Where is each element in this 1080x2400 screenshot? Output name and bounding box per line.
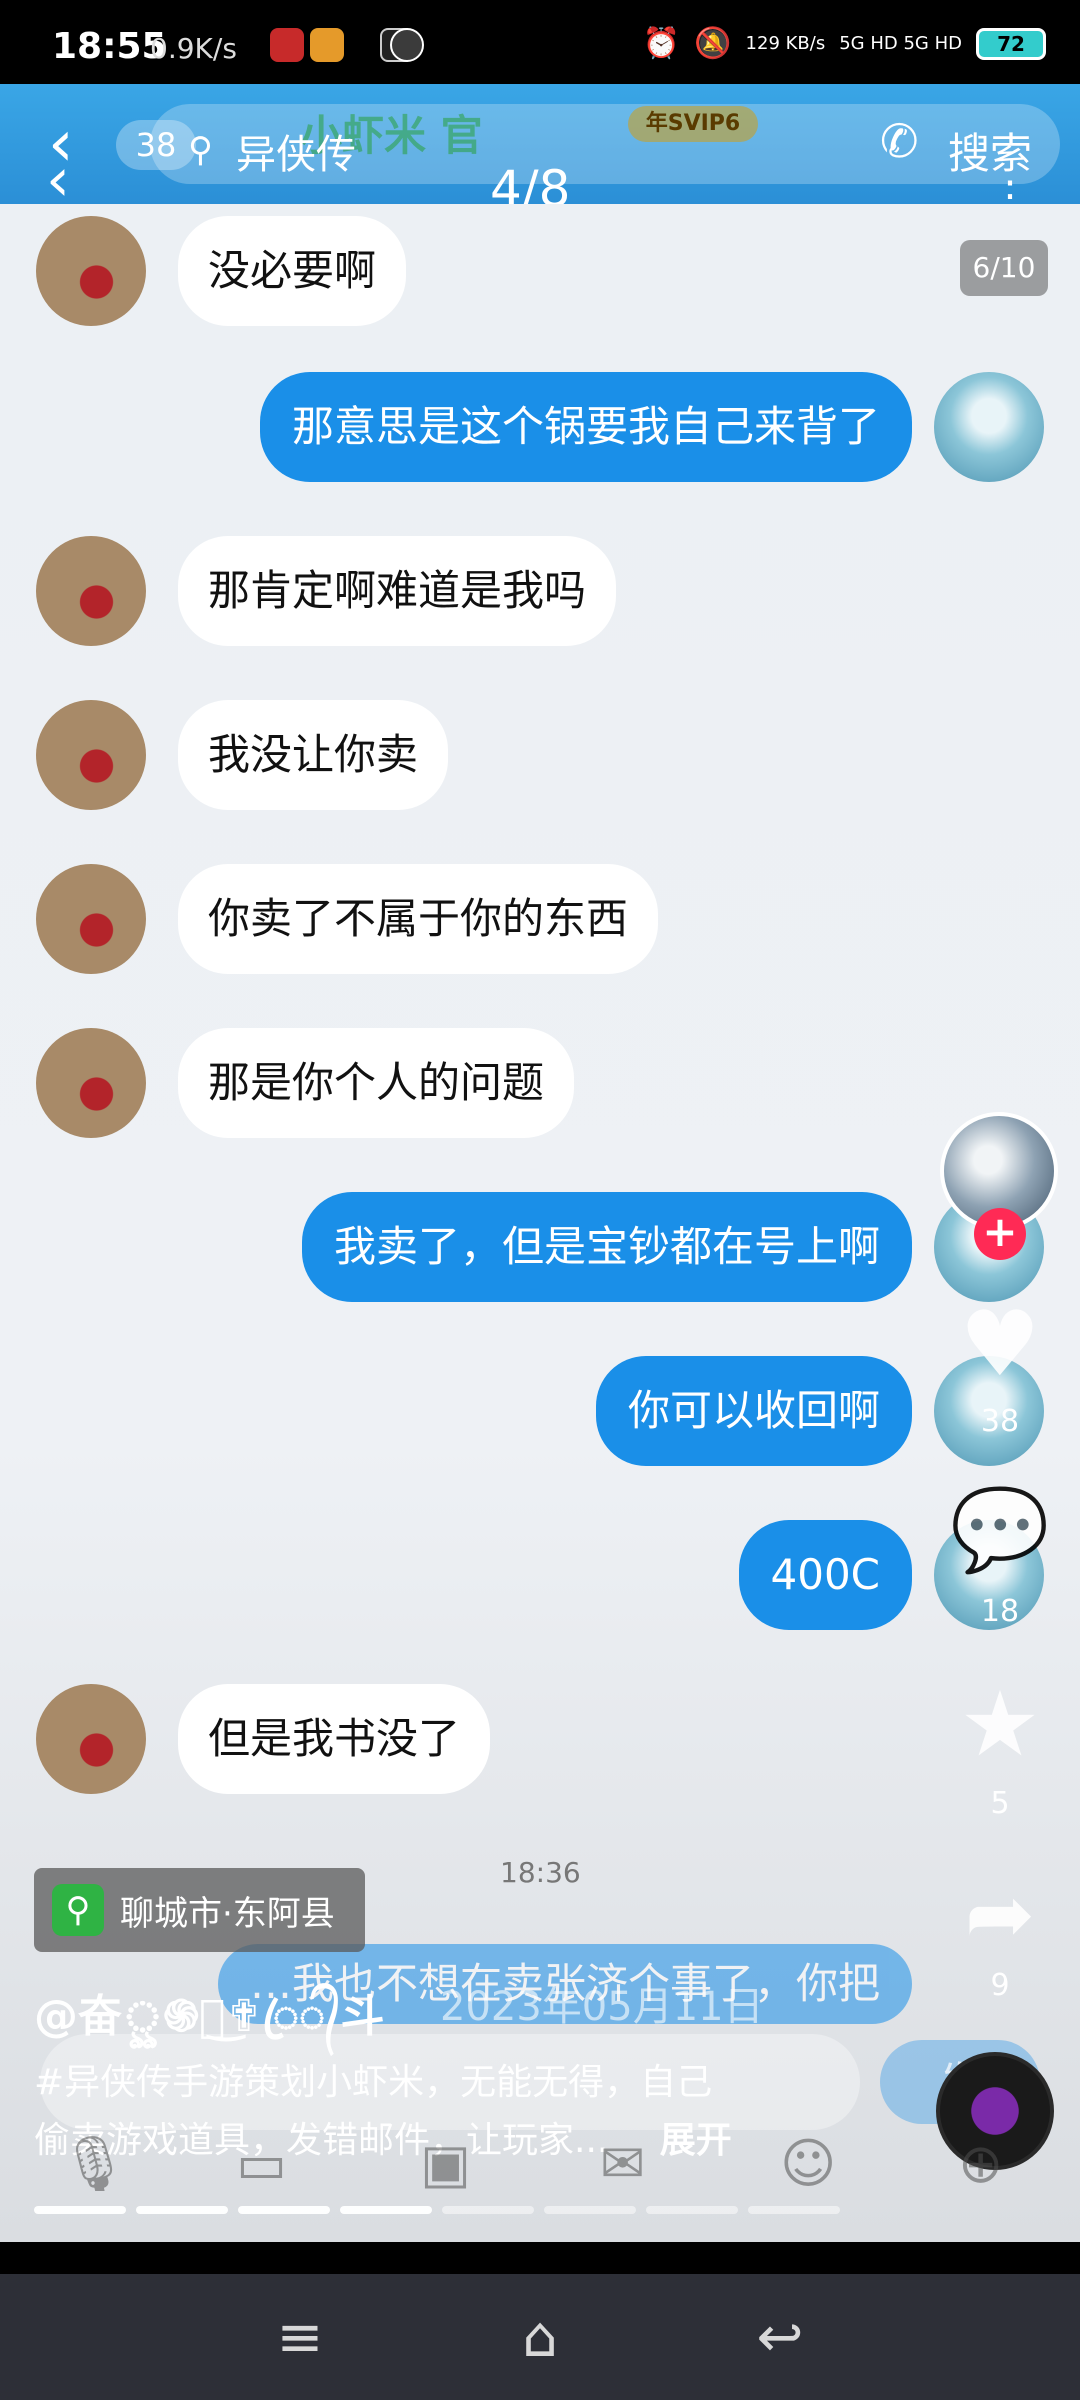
date-overlay: 2023年05月11日 bbox=[440, 1984, 764, 2030]
app-notification-icon bbox=[270, 28, 304, 62]
unread-badge: 38 bbox=[116, 120, 196, 170]
game-notification-icon bbox=[310, 28, 344, 62]
image-icon: ▭ bbox=[236, 2132, 288, 2195]
phone-icon[interactable]: ✆ bbox=[880, 114, 919, 168]
home-icon[interactable]: ⌂ bbox=[495, 2298, 585, 2378]
emoji-icon: ☺ bbox=[780, 2132, 837, 2195]
system-nav-bar: ≡ ⌂ ↩ bbox=[0, 2274, 1080, 2400]
progress-segment bbox=[748, 2206, 840, 2214]
message-bubble-left[interactable]: 没必要啊 bbox=[178, 216, 407, 326]
message-bubble-left[interactable]: 那是你个人的问题 bbox=[178, 1028, 575, 1138]
svip-badge: 年SVIP6 bbox=[628, 106, 758, 142]
progress-segment bbox=[136, 2206, 228, 2214]
contact-avatar[interactable] bbox=[36, 1684, 146, 1794]
battery-level: 72 bbox=[997, 31, 1025, 56]
contact-avatar[interactable] bbox=[36, 864, 146, 974]
contact-avatar[interactable] bbox=[36, 216, 146, 326]
progress-segment bbox=[442, 2206, 534, 2214]
follow-button[interactable]: + bbox=[974, 1208, 1026, 1260]
message-bubble-right[interactable]: 那意思是这个锅要我自己来背了 bbox=[259, 372, 912, 482]
message-bubble-right[interactable]: 400C bbox=[738, 1520, 912, 1630]
search-icon: ⚲ bbox=[188, 130, 213, 170]
message-bubble-left[interactable]: 但是我书没了 bbox=[178, 1684, 491, 1794]
image-progress-bar bbox=[34, 2206, 840, 2214]
location-label: 聊城市·东阿县 bbox=[120, 1893, 335, 1934]
expand-button[interactable]: 展开 bbox=[660, 2120, 732, 2161]
page-indicator-chip: 6/10 bbox=[960, 240, 1048, 296]
search-button[interactable]: 搜索 bbox=[948, 120, 1032, 181]
progress-segment bbox=[646, 2206, 738, 2214]
location-pin-icon: ⚲ bbox=[52, 1884, 104, 1936]
location-tag[interactable]: ⚲ 聊城市·东阿县 bbox=[34, 1868, 365, 1952]
message-timestamp: 18:36 bbox=[500, 1856, 581, 1889]
speed-unit: 129 KB/s bbox=[745, 33, 826, 54]
back-icon[interactable]: ↩ bbox=[735, 2298, 825, 2378]
progress-segment bbox=[238, 2206, 330, 2214]
message-bubble-right[interactable]: 你可以收回啊 bbox=[595, 1356, 912, 1466]
message-bubble-left[interactable]: 我没让你卖 bbox=[178, 700, 449, 810]
app-bar: 小虾米 官 年SVIP6 ‹ ‹ 38 ⚲ 异侠传 4/8 ✆ 搜索 ⋮ bbox=[0, 84, 1080, 218]
message-bubble-left[interactable]: 那肯定啊难道是我吗 bbox=[178, 536, 617, 646]
battery-indicator: 72 bbox=[976, 27, 1046, 60]
red-packet-icon: ✉ bbox=[600, 2132, 646, 2195]
favorite-star-icon[interactable]: ★ bbox=[950, 1680, 1050, 1770]
progress-segment bbox=[340, 2206, 432, 2214]
share-count: 9 bbox=[990, 1968, 1010, 2003]
camera-icon: ▣ bbox=[420, 2132, 472, 2195]
signal-label: 5G HD 5G HD bbox=[839, 33, 962, 54]
progress-segment bbox=[34, 2206, 126, 2214]
status-bar: 18:55 0.9K/s ⏰ 🔕 129 KB/s 5G HD 5G HD 72 bbox=[0, 0, 1080, 84]
bottom-spacer bbox=[0, 2242, 1080, 2278]
message-bubble-right[interactable]: 我卖了，但是宝钞都在号上啊 bbox=[301, 1192, 912, 1302]
like-heart-icon[interactable]: ♥ bbox=[950, 1300, 1050, 1390]
comment-count: 18 bbox=[980, 1594, 1020, 1629]
favorite-count: 5 bbox=[990, 1786, 1010, 1821]
menu-icon[interactable]: ≡ bbox=[255, 2298, 345, 2378]
progress-segment bbox=[544, 2206, 636, 2214]
contact-avatar[interactable] bbox=[36, 1028, 146, 1138]
plus-icon: ⊕ bbox=[958, 2132, 1004, 2195]
search-query-text: 异侠传 bbox=[236, 132, 356, 178]
contact-avatar[interactable] bbox=[36, 536, 146, 646]
share-arrow-icon[interactable]: ➦ bbox=[950, 1872, 1050, 1956]
back-button[interactable]: ‹ bbox=[46, 150, 70, 210]
my-avatar[interactable] bbox=[934, 372, 1044, 482]
caption-line: #异侠传手游策划小虾米，无能无得，自己 bbox=[34, 2062, 713, 2103]
contact-avatar[interactable] bbox=[36, 700, 146, 810]
net-speed: 0.9K/s bbox=[150, 32, 237, 65]
alarm-icon: ⏰ bbox=[642, 26, 681, 61]
like-count: 38 bbox=[980, 1404, 1020, 1439]
voice-icon: 🎙 bbox=[60, 2132, 129, 2195]
comment-icon[interactable]: 💬 bbox=[950, 1490, 1050, 1570]
chat-area[interactable]: 6/10 没必要啊 那意思是这个锅要我自己来背了 那肯定啊难道是我吗 我没让你卖… bbox=[0, 204, 1080, 2274]
status-right: ⏰ 🔕 129 KB/s 5G HD 5G HD 72 bbox=[643, 26, 1046, 61]
mute-icon: 🔕 bbox=[694, 26, 732, 61]
message-bubble-left[interactable]: 你卖了不属于你的东西 bbox=[178, 864, 659, 974]
timer-icon bbox=[390, 28, 424, 62]
